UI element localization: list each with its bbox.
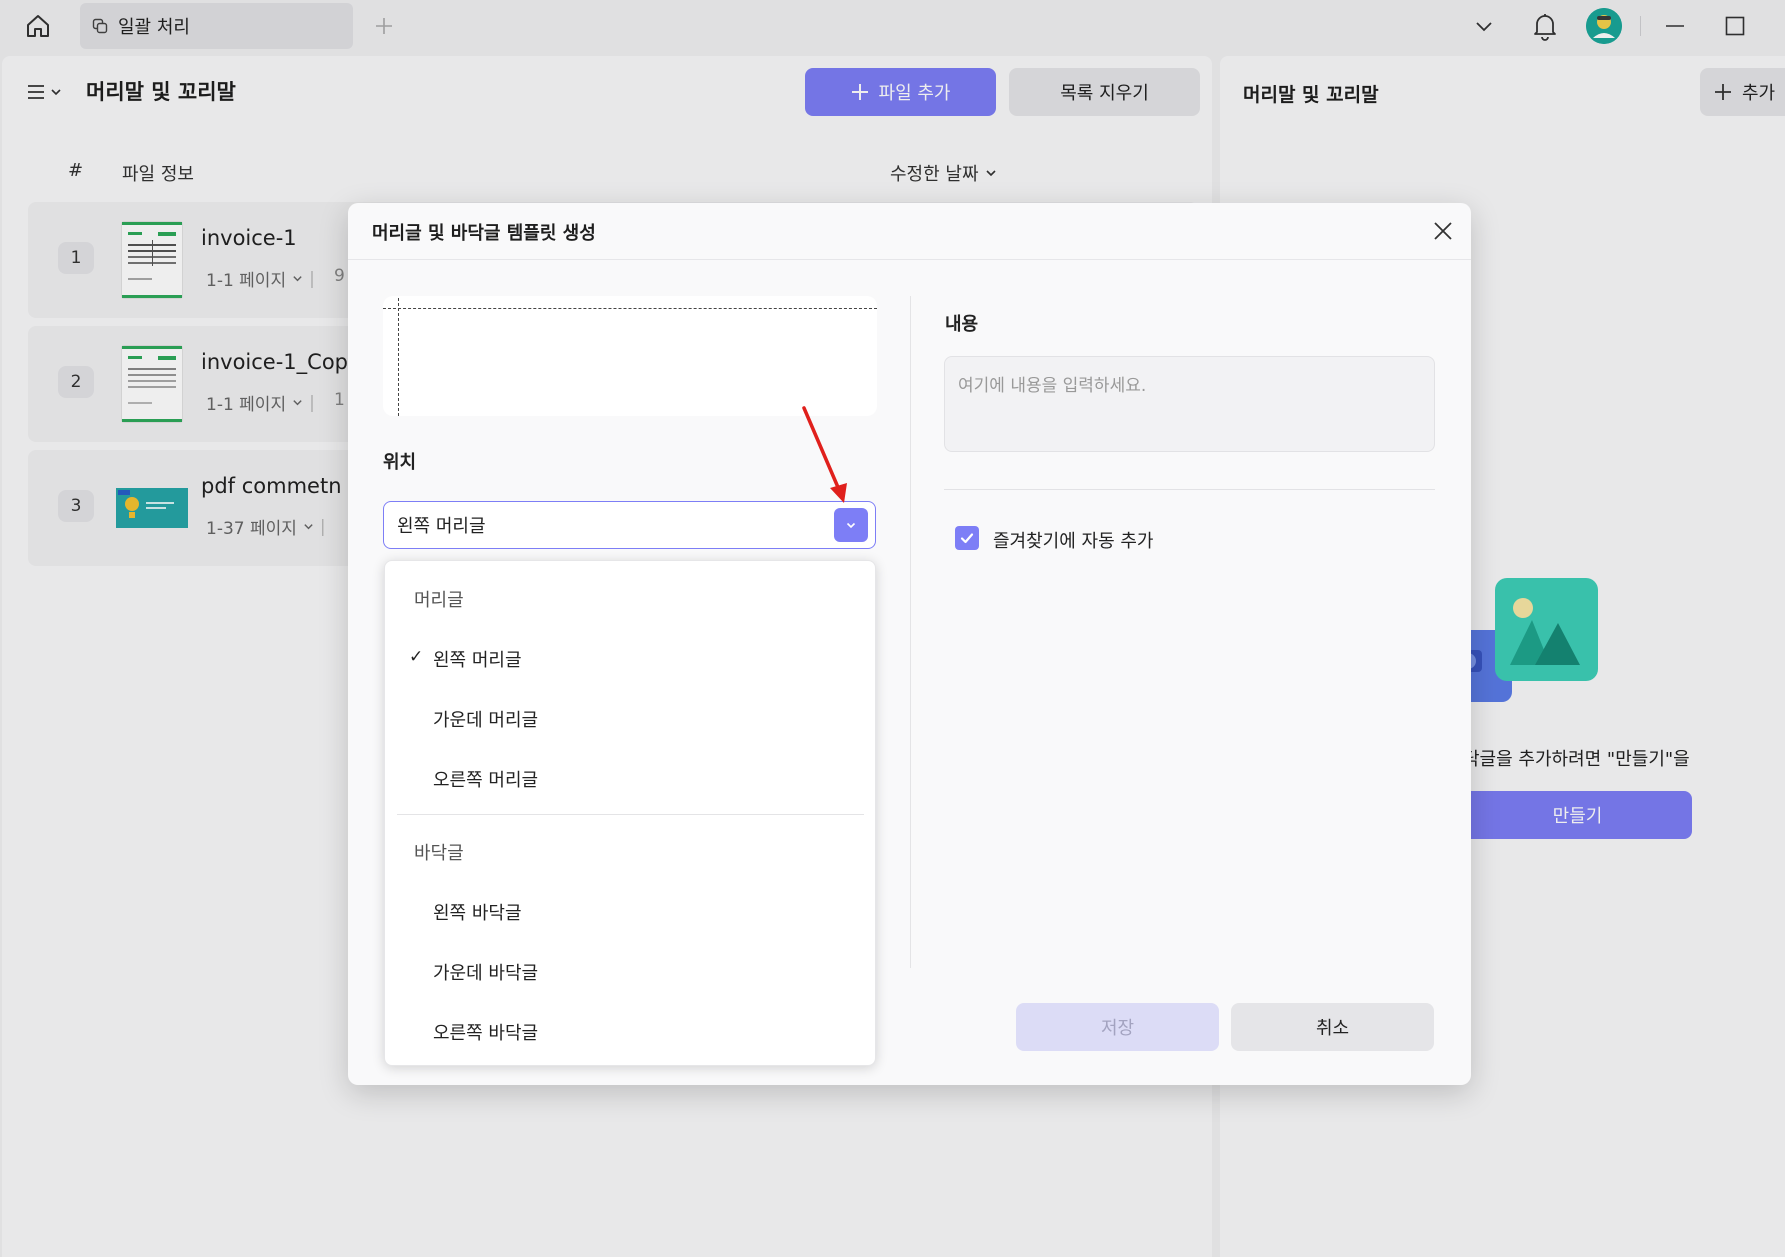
checkmark-icon xyxy=(960,533,974,544)
check-icon: ✓ xyxy=(409,647,424,667)
dropdown-item-right-header[interactable]: 오른쪽 머리글 xyxy=(433,766,538,792)
position-dropdown-menu: 머리글 ✓ 왼쪽 머리글 가운데 머리글 오른쪽 머리글 바닥글 왼쪽 바닥글 … xyxy=(384,560,876,1066)
content-divider xyxy=(944,489,1435,490)
auto-add-favorites-checkbox[interactable] xyxy=(955,526,979,550)
header-preview xyxy=(383,296,877,416)
chevron-down-icon xyxy=(846,522,856,529)
cancel-button[interactable]: 취소 xyxy=(1231,1003,1434,1051)
dialog-title: 머리글 및 바닥글 템플릿 생성 xyxy=(372,223,596,244)
content-label: 내용 xyxy=(945,314,979,335)
position-dropdown-button[interactable] xyxy=(834,508,868,542)
position-label: 위치 xyxy=(383,452,417,473)
preview-margin-line xyxy=(398,298,399,416)
dropdown-item-left-footer[interactable]: 왼쪽 바닥글 xyxy=(433,899,522,925)
auto-add-favorites-label: 즐겨찾기에 자동 추가 xyxy=(993,531,1154,552)
position-select-value: 왼쪽 머리글 xyxy=(397,516,486,537)
close-button[interactable] xyxy=(1428,216,1458,246)
content-input[interactable]: 여기에 내용을 입력하세요. xyxy=(944,356,1435,452)
dialog-divider xyxy=(348,259,1471,260)
dropdown-separator xyxy=(397,814,864,815)
dropdown-item-right-footer[interactable]: 오른쪽 바닥글 xyxy=(433,1019,538,1045)
save-button[interactable]: 저장 xyxy=(1016,1003,1219,1051)
close-icon xyxy=(1434,222,1452,240)
dropdown-group-footer: 바닥글 xyxy=(414,843,464,864)
dropdown-group-header: 머리글 xyxy=(414,590,464,611)
dropdown-item-left-header[interactable]: 왼쪽 머리글 xyxy=(433,646,522,672)
annotation-arrow xyxy=(790,400,860,510)
dialog-column-divider xyxy=(910,296,911,968)
dropdown-item-center-footer[interactable]: 가운데 바닥글 xyxy=(433,959,538,985)
dropdown-item-center-header[interactable]: 가운데 머리글 xyxy=(433,706,538,732)
preview-margin-line xyxy=(383,308,877,309)
